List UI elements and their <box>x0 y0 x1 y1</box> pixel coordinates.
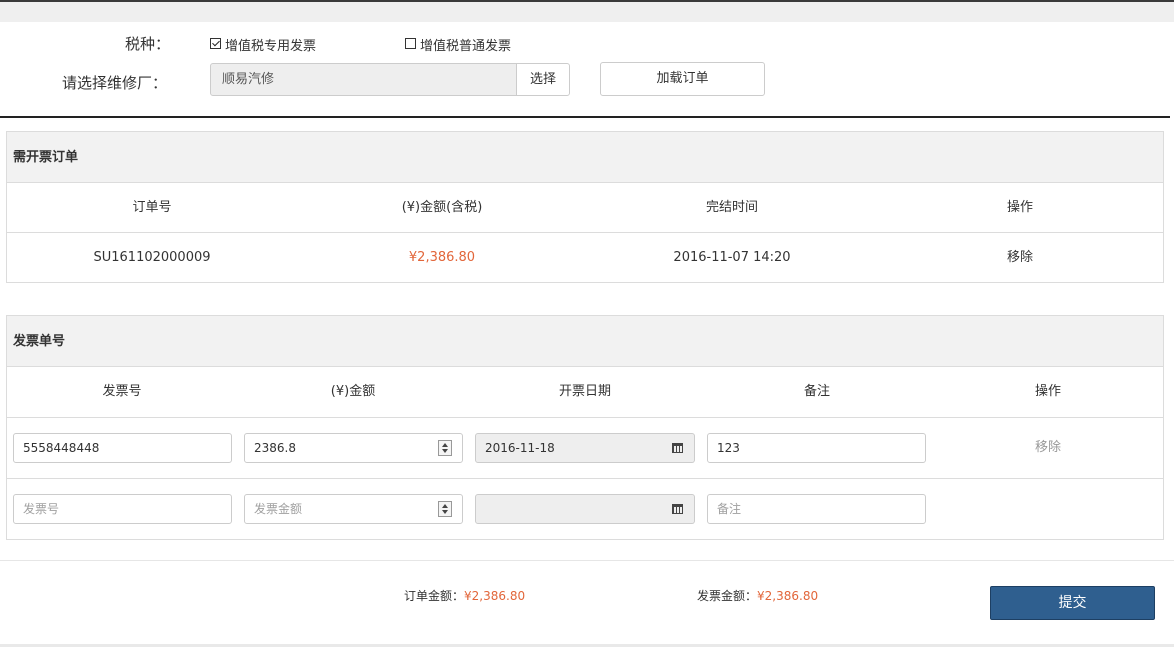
tax-option-label: 增值税普通发票 <box>420 39 512 54</box>
table-row: 5558448448 2386.8 2016-11-18 123 移除 <box>7 418 1163 479</box>
load-orders-button[interactable]: 加载订单 <box>600 62 765 96</box>
col-order-no: 订单号 <box>132 200 172 215</box>
orders-header-row: 订单号 (¥)金额(含税) 完结时间 操作 <box>7 183 1163 233</box>
remove-order-link[interactable]: 移除 <box>877 233 1163 282</box>
top-bar <box>0 0 1174 22</box>
section-divider <box>0 116 1170 118</box>
col-note: 备注 <box>803 384 830 399</box>
invoice-panel: 发票单号 发票号 (¥)金额 开票日期 备注 操作 5558448448 238… <box>6 315 1164 540</box>
checkbox-unchecked-icon[interactable] <box>405 38 416 49</box>
invoice-header-row: 发票号 (¥)金额 开票日期 备注 操作 <box>7 367 1163 418</box>
orders-panel-title: 需开票订单 <box>7 132 1163 183</box>
new-invoice-no-input[interactable]: 发票号 <box>13 494 232 524</box>
table-row: SU161102000009 ¥2,386.80 2016-11-07 14:2… <box>7 233 1163 282</box>
col-finish-time: 完结时间 <box>705 200 758 215</box>
col-action: 操作 <box>1006 200 1033 215</box>
calendar-icon <box>672 504 683 514</box>
calendar-icon <box>672 443 683 453</box>
new-invoice-row: 发票号 发票金额 备注 <box>7 479 1163 540</box>
number-spinner-icon[interactable] <box>438 501 452 517</box>
repair-shop-input[interactable]: 顺易汽修 <box>210 63 517 96</box>
invoice-amount-value: 2386.8 <box>254 441 296 455</box>
order-total-label: 订单金额： <box>404 589 465 603</box>
invoice-total: 发票金额：¥2,386.80 <box>697 587 818 604</box>
tax-option-special-invoice[interactable]: 增值税专用发票 <box>210 35 316 54</box>
submit-button[interactable]: 提交 <box>990 586 1155 620</box>
col-invoice-amount: (¥)金额 <box>330 384 376 399</box>
new-invoice-amount-input[interactable]: 发票金额 <box>244 494 463 524</box>
new-note-input[interactable]: 备注 <box>707 494 926 524</box>
invoice-no-input[interactable]: 5558448448 <box>13 433 232 463</box>
calendar-button[interactable] <box>661 494 695 524</box>
number-spinner-icon[interactable] <box>438 440 452 456</box>
remove-invoice-link[interactable]: 移除 <box>933 418 1163 478</box>
invoice-total-value: ¥2,386.80 <box>757 589 819 603</box>
invoice-amount-input[interactable]: 2386.8 <box>244 433 463 463</box>
order-finish-time: 2016-11-07 14:20 <box>673 250 791 265</box>
orders-panel: 需开票订单 订单号 (¥)金额(含税) 完结时间 操作 SU1611020000… <box>6 131 1164 283</box>
new-invoice-amount-placeholder: 发票金额 <box>254 502 303 516</box>
note-input[interactable]: 123 <box>707 433 926 463</box>
invoice-date-input[interactable]: 2016-11-18 <box>475 433 662 463</box>
order-amount: ¥2,386.80 <box>408 250 476 265</box>
invoice-panel-title: 发票单号 <box>7 316 1163 367</box>
col-amount-tax: (¥)金额(含税) <box>401 200 483 215</box>
tax-option-normal-invoice[interactable]: 增值税普通发票 <box>405 35 511 54</box>
col-invoice-no: 发票号 <box>102 384 142 399</box>
order-total-value: ¥2,386.80 <box>464 589 526 603</box>
tax-type-label: 税种： <box>125 35 171 53</box>
footer-divider <box>0 560 1174 561</box>
new-invoice-date-input[interactable] <box>475 494 662 524</box>
order-no: SU161102000009 <box>93 250 211 265</box>
tax-option-label: 增值税专用发票 <box>225 39 317 54</box>
col-invoice-date: 开票日期 <box>558 384 611 399</box>
invoice-total-label: 发票金额： <box>697 589 758 603</box>
order-total: 订单金额：¥2,386.80 <box>404 587 525 604</box>
calendar-button[interactable] <box>661 433 695 463</box>
checkbox-checked-icon[interactable] <box>210 38 221 49</box>
col-invoice-action: 操作 <box>1034 384 1061 399</box>
select-shop-button[interactable]: 选择 <box>516 63 570 96</box>
repair-shop-label: 请选择维修厂： <box>62 74 168 92</box>
